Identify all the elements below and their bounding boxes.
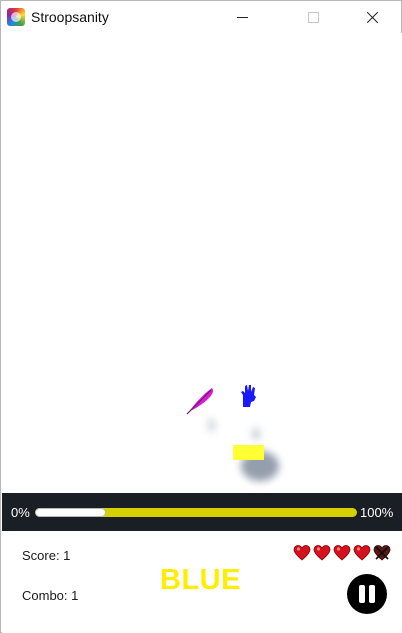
lives-indicator: [293, 544, 393, 562]
magenta-feather[interactable]: [185, 385, 217, 415]
progress-strip: 0% 100%: [2, 493, 402, 531]
object-shadow: [208, 418, 215, 432]
stroop-prompt-word: BLUE: [160, 564, 241, 596]
heart-icon: [293, 545, 311, 561]
close-icon: [366, 11, 379, 24]
game-window: Stroopsanity 0% 100% Score: 1 Combo: 1 B…: [0, 0, 402, 633]
combo-label: Combo: 1: [22, 588, 79, 603]
progress-start-label: 0%: [11, 505, 30, 520]
blue-glove[interactable]: [239, 383, 259, 409]
score-label: Score: 1: [22, 548, 71, 563]
feather-quill: [186, 389, 212, 415]
object-shadow: [252, 428, 260, 440]
pause-button[interactable]: [347, 574, 387, 614]
progress-track: [35, 508, 357, 517]
heart-icon: [333, 545, 351, 561]
broken-heart-icon: [373, 545, 391, 561]
glove-shape: [241, 385, 256, 407]
window-title: Stroopsanity: [31, 9, 109, 25]
heart-icon: [313, 545, 331, 561]
close-button[interactable]: [349, 1, 395, 33]
progress-fill: [35, 508, 106, 517]
yellow-block[interactable]: [233, 445, 264, 460]
heart-icon: [353, 545, 371, 561]
game-playfield[interactable]: [2, 33, 402, 493]
title-bar[interactable]: Stroopsanity: [1, 1, 401, 33]
minimize-button[interactable]: [219, 1, 265, 33]
maximize-icon: [307, 11, 319, 23]
minimize-icon: [236, 16, 248, 18]
progress-end-label: 100%: [360, 505, 394, 520]
maximize-button[interactable]: [290, 1, 336, 33]
hud-panel: Score: 1 Combo: 1 BLUE: [2, 531, 402, 633]
app-icon: [7, 8, 25, 26]
